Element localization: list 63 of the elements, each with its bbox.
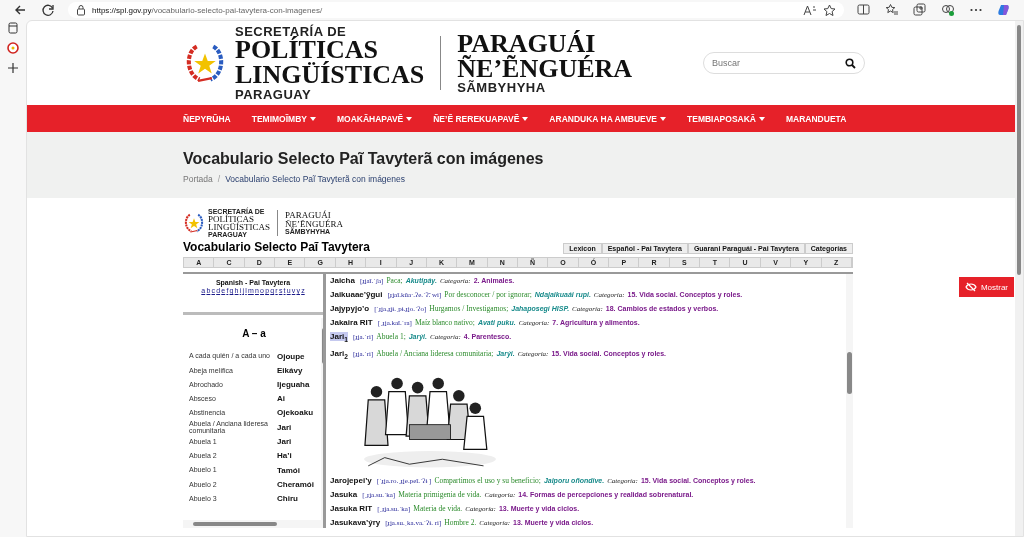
pai-word-link[interactable]: Eikávy <box>277 365 319 375</box>
logo-text: ÑE’ẼNGUÉRA <box>285 219 343 228</box>
breadcrumb-link[interactable]: Vocabulario Selecto Paĩ Tavyterã con imágenes <box>225 174 406 184</box>
back-icon[interactable] <box>13 3 27 17</box>
pai-word-link[interactable]: Jari <box>277 437 319 447</box>
extension-icon[interactable] <box>941 3 955 17</box>
headword: Jarojepei’y <box>330 476 372 486</box>
breadcrumb-separator: / <box>217 174 221 184</box>
pai-word-link[interactable]: Ijeguaha <box>277 379 319 389</box>
scrollbar[interactable] <box>183 520 323 528</box>
headword: Jari$_{1}$ <box>330 332 348 341</box>
star-icon[interactable] <box>823 3 836 17</box>
pai-word-link[interactable]: Jari <box>277 422 319 432</box>
logo-text: LINGÜÍSTICAS <box>235 63 425 88</box>
logo-text: PARAGUÁI <box>285 211 331 220</box>
breadcrumb-link[interactable]: Portada <box>183 174 213 184</box>
nav-link[interactable]: MARANDUETA <box>786 113 847 124</box>
headword: Jasuka RIT <box>330 504 373 514</box>
headword: Jaikuaae’ỹgui <box>330 290 383 299</box>
logo-text: POLÍTICAS <box>208 214 254 223</box>
tab-icon[interactable] <box>7 22 19 34</box>
page-title: Vocabulario Selecto Paĩ Tavyterã con imágenes <box>183 150 545 168</box>
vocabulary-title: Vocabulario Selecto Paĩ Tavytera <box>183 240 370 254</box>
logo-text: SÃMBYHYHA <box>457 81 547 95</box>
pai-word-link[interactable]: Cheramói <box>277 479 319 489</box>
logo-text: PARAGUAY <box>235 87 313 101</box>
pai-word-link[interactable]: Ojoupe <box>277 351 319 361</box>
nav-link[interactable]: ÑE’Ẽ REREKUAPAVẼ <box>433 113 529 124</box>
show-button[interactable]: Mostrar <box>958 277 1014 297</box>
headword: Jakaira RIT <box>330 318 373 327</box>
nav-link[interactable]: TEMIMOĨMBY <box>251 113 316 124</box>
headword: Jajypyjo’o <box>330 304 370 313</box>
collections-icon[interactable] <box>913 3 927 17</box>
address-bar[interactable]: https://spl.gov.py/vocabulario-selecto-pai-tavytera-con-imagenes/ <box>68 2 844 18</box>
pai-word-link[interactable]: Ha’i <box>277 451 319 461</box>
lock-icon <box>76 4 86 16</box>
headword: Jaicha <box>330 276 355 285</box>
headword: Jasukava’ýry <box>330 518 381 528</box>
page-scrollbar[interactable] <box>1015 21 1023 536</box>
logo-text: LINGÜÍSTICAS <box>208 223 270 232</box>
nav-link[interactable]: MOAKÃHAPAVẼ <box>336 113 413 124</box>
scrollbar[interactable] <box>846 274 853 528</box>
nav-link[interactable]: TEMBIAPOSAKÃ <box>687 113 765 124</box>
emblem-icon <box>183 212 205 234</box>
headword: Jasuka <box>330 490 358 500</box>
favorites-icon[interactable] <box>885 3 899 17</box>
pai-word-link[interactable]: Tamói <box>277 465 319 475</box>
scrollbar[interactable] <box>321 318 323 520</box>
split-screen-icon[interactable] <box>857 3 871 17</box>
refresh-icon[interactable] <box>41 3 55 17</box>
pai-word-link[interactable]: Ojekoaku <box>277 408 319 418</box>
search-icon[interactable] <box>845 57 856 69</box>
pai-word-link[interactable]: Chiru <box>277 493 319 503</box>
pai-word-link[interactable]: Ai <box>277 394 319 404</box>
read-aloud-icon[interactable] <box>803 4 817 16</box>
section-heading: A – a <box>241 328 267 339</box>
nav-link[interactable]: ARANDUKA HA AMBUEVE <box>549 113 667 124</box>
nav-link[interactable]: ÑEPYRŨHA <box>183 113 231 124</box>
site-icon[interactable] <box>7 42 19 54</box>
add-tab-icon[interactable] <box>7 62 19 74</box>
headword: Jari$_{2}$ <box>330 348 348 358</box>
eye-slash-icon <box>964 282 977 292</box>
copilot-icon[interactable] <box>997 3 1011 17</box>
